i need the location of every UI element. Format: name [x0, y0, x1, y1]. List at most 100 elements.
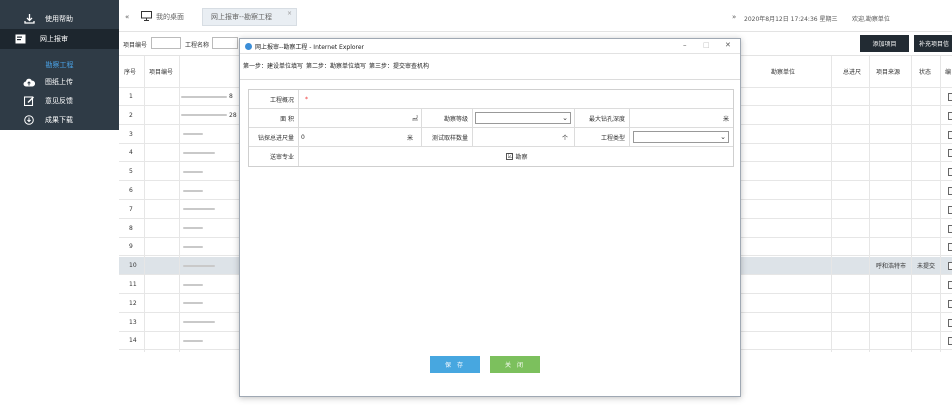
total-footage-label: 钻探总进尺量 — [249, 128, 299, 147]
row-code-blurred — [183, 238, 203, 255]
tab-my-desktop[interactable]: 我的桌面 — [141, 8, 184, 26]
row-no: 12 — [129, 299, 137, 307]
download-circle-icon — [23, 115, 35, 125]
row-source: 呼和浩特市 — [876, 263, 907, 271]
col-header-footage: 总进尺 — [843, 69, 862, 76]
row-code-blurred — [183, 201, 215, 218]
edit-row-icon[interactable] — [948, 337, 952, 346]
report-icon — [14, 34, 26, 44]
project-name-label: 工程名称 — [185, 42, 210, 49]
sidebar-item-feedback[interactable]: 意见反馈 — [0, 91, 119, 111]
row-code-tail: 8 — [229, 93, 233, 100]
sidebar-item-help[interactable]: 使用帮助 — [0, 9, 119, 29]
project-name-input[interactable] — [212, 37, 238, 49]
monitor-icon — [141, 11, 152, 23]
table-divider — [940, 56, 941, 352]
row-no: 8 — [129, 224, 133, 232]
col-header-no: 序号 — [124, 69, 137, 76]
edit-row-icon[interactable] — [948, 224, 952, 233]
sidebar-item-results[interactable]: 成果下载 — [0, 110, 119, 130]
close-button[interactable]: 关 闭 — [490, 356, 540, 373]
save-button[interactable]: 保 存 — [430, 356, 480, 373]
survey-project-dialog: 网上报审--勘察工程 - Internet Explorer – □ ✕ 第一步… — [239, 38, 741, 397]
step-3-tab[interactable]: 第三步：提交审查机构 — [369, 61, 429, 70]
edit-row-icon[interactable] — [948, 93, 952, 101]
datetime-text: 2020年8月12日 17:24:36 星期三 — [744, 16, 838, 23]
edit-row-icon[interactable] — [948, 299, 952, 308]
area-input[interactable]: ㎡ — [299, 109, 422, 128]
row-status: 未提交 — [917, 263, 936, 271]
welcome-text: 欢迎,勘察单位 — [852, 16, 890, 23]
row-code-blurred — [183, 332, 203, 349]
step-1-tab[interactable]: 第一步：建设单位填写 — [243, 61, 303, 70]
edit-row-icon[interactable] — [948, 168, 952, 177]
edit-row-icon[interactable] — [948, 111, 952, 120]
project-no-input[interactable] — [151, 37, 181, 49]
project-type-select[interactable]: ⌄ — [633, 131, 729, 143]
col-header-status: 状态 — [919, 69, 932, 76]
edit-row-icon[interactable] — [948, 205, 952, 214]
sidebar-item-label: 使用帮助 — [45, 15, 73, 23]
tab-survey-project[interactable]: 网上报审--勘察工程 × — [202, 8, 298, 26]
top-bar: « 我的桌面 网上报审--勘察工程 × » 2020年8月12日 17:24:3… — [119, 0, 952, 32]
tab-scroll-right-button[interactable]: » — [732, 13, 736, 21]
project-no-label: 项目编号 — [123, 42, 148, 49]
sample-count-input[interactable]: 个 — [473, 128, 575, 147]
row-no: 9 — [129, 243, 133, 251]
row-code-blurred — [183, 220, 203, 237]
minimize-button[interactable]: – — [683, 41, 687, 49]
maximize-button[interactable]: □ — [703, 41, 710, 49]
edit-row-icon[interactable] — [948, 318, 952, 327]
dialog-close-button[interactable]: ✕ — [725, 41, 731, 49]
edit-row-icon[interactable] — [948, 187, 952, 195]
form-row-overview: 工程概况 * — [249, 90, 733, 109]
sidebar-item-label: 网上报审 — [40, 35, 68, 43]
row-no: 5 — [129, 168, 133, 176]
overview-field[interactable]: * — [299, 90, 735, 109]
tab-scroll-left-button[interactable]: « — [125, 13, 129, 21]
edit-row-icon[interactable] — [948, 149, 952, 158]
supplement-info-button[interactable]: 补充项目信 — [914, 35, 952, 52]
overview-label: 工程概况 — [249, 90, 299, 109]
max-depth-input[interactable]: 米 — [630, 109, 735, 128]
row-code-blurred — [183, 163, 203, 180]
table-divider — [144, 56, 145, 352]
grade-cell: ⌄ — [473, 109, 575, 128]
project-type-cell: ⌄ — [630, 128, 735, 147]
project-type-label: 工程类型 — [575, 128, 630, 147]
step-2-tab[interactable]: 第二步：勘察单位填写 — [306, 61, 366, 70]
row-no: 1 — [129, 93, 133, 100]
row-code-blurred — [183, 257, 215, 274]
project-form: 工程概况 * 面 积 ㎡ 勘察等级 ⌄ 最大钻孔深度 米 钻探总进尺量 0 米 — [248, 89, 734, 167]
area-label: 面 积 — [249, 109, 299, 128]
form-row-area: 面 积 ㎡ 勘察等级 ⌄ 最大钻孔深度 米 — [249, 109, 733, 128]
survey-checkbox[interactable]: ☑ — [506, 153, 514, 160]
row-no: 13 — [129, 318, 137, 326]
edit-row-icon[interactable] — [948, 262, 952, 271]
sidebar-item-survey[interactable]: 勘察工程 — [0, 60, 119, 70]
sample-unit: 个 — [561, 135, 568, 142]
row-no: 3 — [129, 130, 133, 138]
required-mark: * — [305, 96, 308, 103]
edit-row-icon[interactable] — [948, 281, 952, 289]
depth-unit: 米 — [722, 116, 729, 123]
col-header-edit: 编 — [945, 69, 952, 76]
row-no: 11 — [129, 281, 137, 288]
specialty-field: ☑ 勘察 — [299, 147, 735, 166]
edit-icon — [23, 96, 35, 106]
sidebar-item-report[interactable]: 网上报审 — [0, 29, 119, 49]
max-depth-label: 最大钻孔深度 — [575, 109, 630, 128]
table-divider — [911, 56, 912, 352]
total-footage-input[interactable]: 0 米 — [299, 128, 422, 147]
sidebar-item-upload[interactable]: 图纸上传 — [0, 72, 119, 92]
edit-row-icon[interactable] — [948, 243, 952, 252]
chevron-down-icon: ⌄ — [562, 114, 568, 122]
col-header-source: 项目来源 — [876, 69, 901, 76]
download-icon — [23, 14, 35, 24]
row-no: 14 — [129, 337, 137, 345]
grade-select[interactable]: ⌄ — [475, 112, 571, 124]
edit-row-icon[interactable] — [948, 130, 952, 139]
tab-close-icon[interactable]: × — [287, 10, 292, 17]
step-divider — [240, 79, 740, 80]
add-project-button[interactable]: 添加项目 — [860, 35, 909, 52]
